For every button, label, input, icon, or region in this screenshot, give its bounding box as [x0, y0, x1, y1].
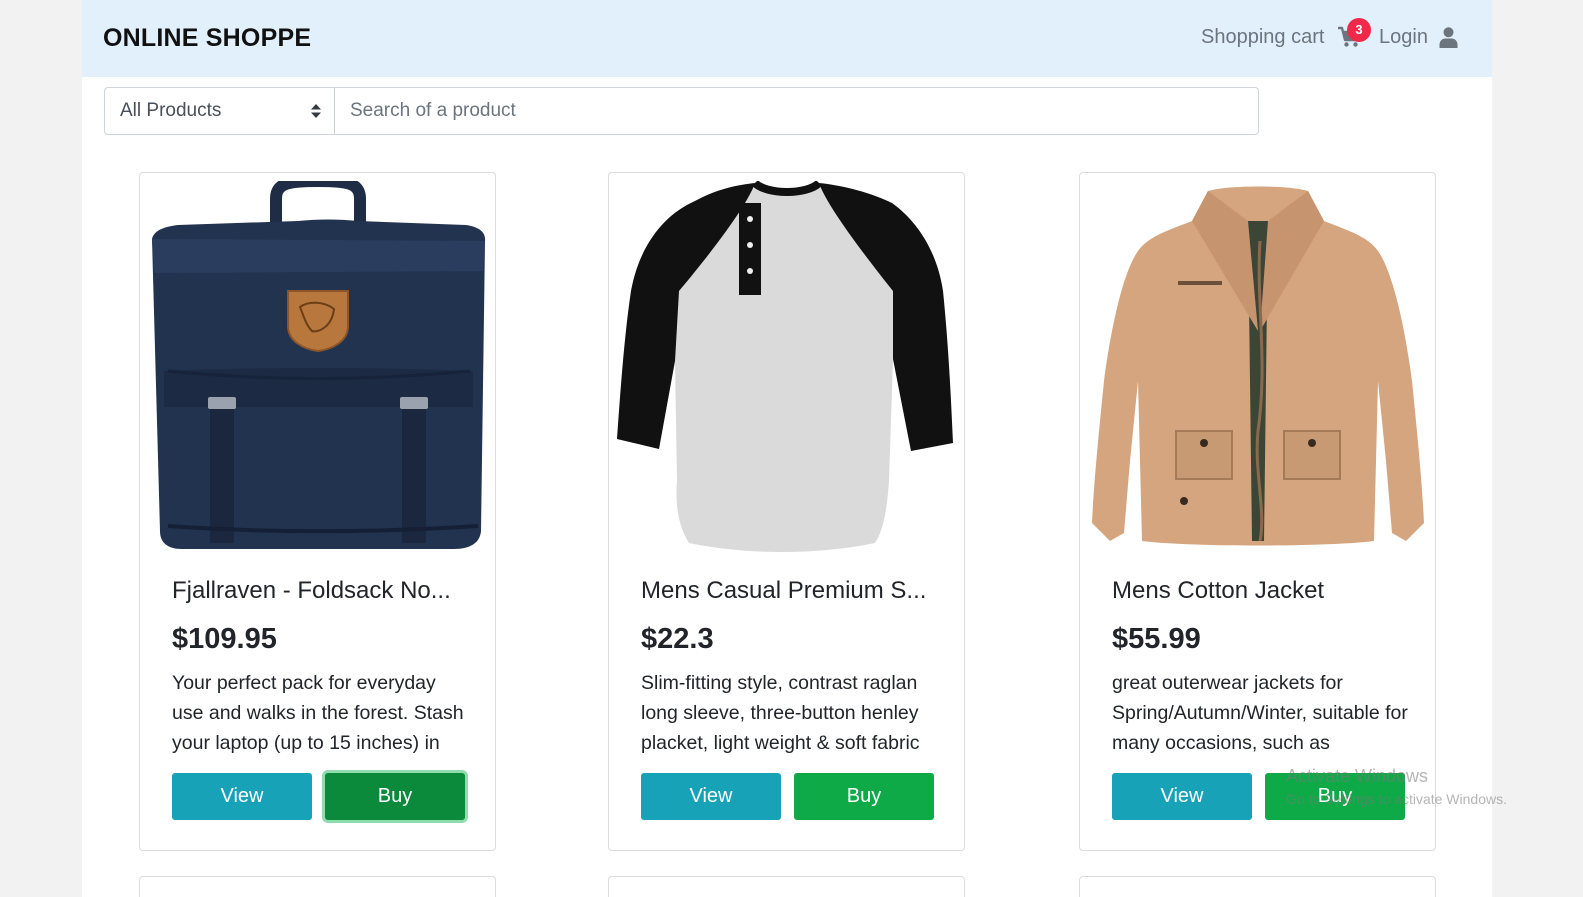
- buy-button[interactable]: Buy: [794, 773, 934, 820]
- category-select-value: All Products: [120, 100, 222, 121]
- product-card: [1079, 876, 1436, 897]
- login-link[interactable]: Login: [1379, 26, 1428, 49]
- product-card: Fjallraven - Foldsack No... $109.95 Your…: [139, 172, 496, 851]
- product-price: $22.3: [641, 623, 714, 655]
- product-title[interactable]: Fjallraven - Foldsack No...: [172, 577, 451, 605]
- view-button[interactable]: View: [1112, 773, 1252, 820]
- category-select[interactable]: All Products: [104, 87, 335, 135]
- activation-watermark-text: Go to Settings to activate Windows.: [1286, 791, 1507, 807]
- product-image-shirt[interactable]: [617, 181, 956, 553]
- product-description: Your perfect pack for everyday use and w…: [172, 672, 464, 754]
- product-title[interactable]: Mens Cotton Jacket: [1112, 577, 1324, 605]
- brand-logo[interactable]: ONLINE SHOPPE: [103, 24, 311, 53]
- user-icon[interactable]: [1439, 27, 1458, 48]
- search-input[interactable]: [334, 87, 1259, 135]
- page: ONLINE SHOPPE Shopping cart 3 Login All …: [82, 0, 1492, 897]
- product-image-jacket[interactable]: [1088, 181, 1427, 553]
- product-price: $55.99: [1112, 623, 1201, 655]
- view-button[interactable]: View: [172, 773, 312, 820]
- activation-watermark-title: Activate Windows: [1286, 766, 1429, 786]
- product-card: [608, 876, 965, 897]
- product-card: Mens Cotton Jacket $55.99 great outerwea…: [1079, 172, 1436, 851]
- product-title[interactable]: Mens Casual Premium S...: [641, 577, 926, 605]
- buy-button[interactable]: Buy: [325, 773, 465, 820]
- shopping-cart-link[interactable]: Shopping cart: [1201, 26, 1324, 49]
- product-image-backpack[interactable]: [148, 181, 487, 553]
- product-card: [139, 876, 496, 897]
- product-card: Mens Casual Premium S... $22.3 Slim-fitt…: [608, 172, 965, 851]
- product-price: $109.95: [172, 623, 277, 655]
- product-description: great outerwear jackets for Spring/Autum…: [1112, 672, 1408, 754]
- product-description: Slim-fitting style, contrast raglan long…: [641, 672, 920, 754]
- select-arrows-icon: [311, 104, 321, 118]
- navbar: ONLINE SHOPPE Shopping cart 3 Login: [82, 0, 1492, 77]
- cart-count-badge: 3: [1347, 18, 1371, 42]
- view-button[interactable]: View: [641, 773, 781, 820]
